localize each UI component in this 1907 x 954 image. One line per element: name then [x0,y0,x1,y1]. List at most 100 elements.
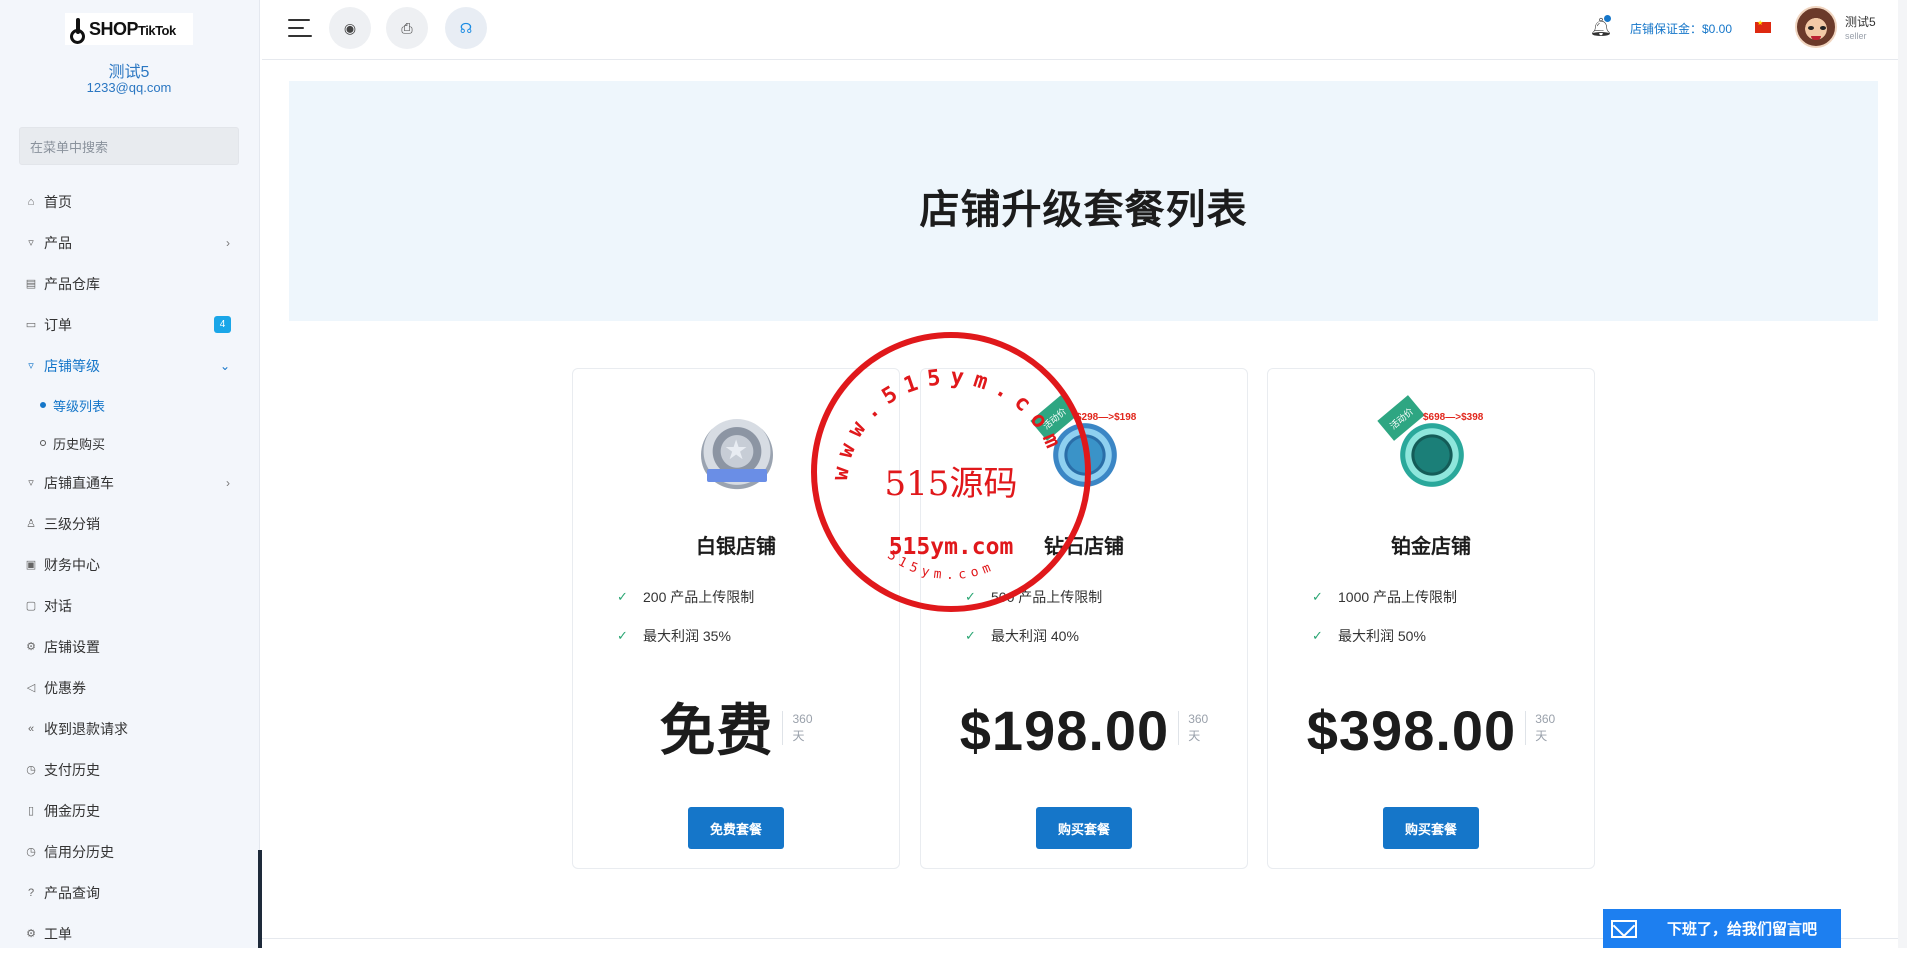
globe-button[interactable]: ◉ [329,7,371,49]
package-card-platinum: 活动价 $698—>$398 铂金店铺 ✓ 1000 产品上传限制 ✓ 最大利润 5… [1267,368,1595,869]
period-number: 360 [1535,712,1556,726]
sidebar-item-commission-history[interactable]: ▯ 佣金历史 [0,790,258,831]
sidebar-item-payment-history[interactable]: ◷ 支付历史 [0,749,258,790]
menu-toggle-icon[interactable] [288,19,312,39]
brand-logo[interactable]: SHOPTikTok [65,13,193,45]
sidebar-subitem-level-list[interactable]: 等级列表 [0,386,258,424]
buy-package-button[interactable]: 购买套餐 [1036,807,1132,849]
user-name[interactable]: 测试5 [1845,13,1876,30]
period-unit: 天 [1535,729,1548,743]
sidebar: SHOPTikTok 测试5 1233@qq.com 在菜单中搜索 ⌂ 首页 ▿ 产… [0,0,260,948]
refund-icon: « [27,722,35,735]
gear-icon: ⚙ [26,641,36,653]
history-icon: ◷ [26,846,36,858]
check-icon: ✓ [617,589,628,604]
sidebar-item-label: 财务中心 [44,556,100,573]
sidebar-item-label: 订单 [44,316,72,333]
notification-bell-icon[interactable]: 🔔︎ [1590,15,1612,39]
promo-price: $298—>$198 [1076,412,1137,423]
chevron-right-icon: › [226,475,230,490]
feature-text: 500 产品上传限制 [991,589,1103,605]
tiktok-logo-icon [69,18,87,44]
cart-icon: ▿ [28,360,34,372]
headset-icon: ☊ [459,19,473,36]
sidebar-item-refund-requests[interactable]: « 收到退款请求 [0,708,258,749]
package-card-diamond: 活动价 $298—>$198 钻石店铺 ✓ 500 产品上传限制 ✓ 最大利润 40… [920,368,1248,869]
sidebar-item-label: 历史购买 [53,436,106,452]
check-icon: ✓ [617,628,628,643]
history-icon: ◷ [26,764,36,776]
check-icon: ✓ [1312,628,1323,643]
feature-text: 200 产品上传限制 [643,589,755,605]
package-feature: ✓ 1000 产品上传限制 [1312,587,1457,607]
chevron-down-icon: ⌄ [219,358,230,373]
cart-icon: ▿ [28,477,34,489]
menu-search-input[interactable]: 在菜单中搜索 [19,127,239,165]
period-number: 360 [792,712,813,726]
sidebar-item-label: 产品查询 [44,884,100,901]
print-button[interactable]: ⎙ [386,7,428,49]
feature-text: 最大利润 35% [643,628,731,644]
top-header: ◉ ⎙ ☊ 🔔︎ 店铺保证金：$0.00 测试5 seller [262,0,1907,60]
support-button[interactable]: ☊ [445,7,487,49]
package-name: 铂金店铺 [1391,536,1471,558]
package-feature: ✓ 最大利润 50% [1312,626,1426,646]
avatar[interactable] [1795,6,1837,48]
cart-icon: ▿ [28,237,34,249]
sidebar-item-shop-level[interactable]: ▿ 店铺等级 ⌄ [0,345,258,386]
sidebar-scrollbar[interactable] [258,850,262,948]
sidebar-item-label: 收到退款请求 [44,720,128,737]
package-feature: ✓ 200 产品上传限制 [617,587,754,607]
sidebar-item-label: 信用分历史 [44,843,114,860]
logo-main-text: SHOP [89,18,139,39]
megaphone-icon: ◁ [26,682,36,694]
sidebar-item-label: 优惠券 [44,679,86,696]
sidebar-item-warehouse[interactable]: ▤ 产品仓库 [0,263,258,304]
sidebar-item-label: 产品 [44,234,72,251]
package-period: 360 天 [1178,711,1208,745]
sidebar-item-label: 店铺等级 [44,357,100,374]
package-price: $198.00 [959,699,1170,762]
sidebar-item-coupons[interactable]: ◁ 优惠券 [0,667,258,708]
package-feature: ✓ 最大利润 35% [617,626,731,646]
sidebar-item-orders[interactable]: ▭ 订单 4 [0,304,258,345]
orders-count-badge: 4 [214,316,231,333]
page-scrollbar[interactable] [1898,0,1907,948]
package-price: $398.00 [1306,699,1517,762]
feature-text: 1000 产品上传限制 [1338,589,1458,605]
sidebar-item-products[interactable]: ▿ 产品 › [0,222,258,263]
sidebar-item-finance[interactable]: ▣ 财务中心 [0,544,258,585]
sidebar-item-credit-history[interactable]: ◷ 信用分历史 [0,831,258,872]
package-name: 白银店铺 [696,536,776,558]
promo-price: $698—>$398 [1423,412,1484,423]
help-icon: ? [27,886,35,899]
check-icon: ✓ [1312,589,1323,604]
sidebar-item-shop-express[interactable]: ▿ 店铺直通车 › [0,462,258,503]
sidebar-menu: ⌂ 首页 ▿ 产品 › ▤ 产品仓库 ▭ 订单 4 ▿ 店铺等级 ⌄ 等级列表 历史购买 ▿ 店铺… [0,181,258,954]
period-unit: 天 [792,729,805,743]
order-icon: ▭ [25,319,37,331]
sidebar-item-chat[interactable]: ▢ 对话 [0,585,258,626]
chat-icon: ▢ [25,600,37,612]
leave-message-widget[interactable]: 下班了，给我们留言吧 [1603,909,1841,948]
buy-package-button[interactable]: 购买套餐 [1383,807,1479,849]
package-price: 免费 [659,699,774,762]
sidebar-item-product-query[interactable]: ? 产品查询 [0,872,258,913]
free-package-button[interactable]: 免费套餐 [688,807,784,849]
china-flag-icon[interactable] [1755,19,1771,33]
sidebar-item-home[interactable]: ⌂ 首页 [0,181,258,222]
sidebar-subitem-purchase-history[interactable]: 历史购买 [0,424,258,462]
sidebar-item-label: 店铺直通车 [44,474,114,491]
package-feature: ✓ 500 产品上传限制 [965,587,1102,607]
user-role: seller [1845,31,1867,41]
shop-deposit[interactable]: 店铺保证金：$0.00 [1630,20,1732,37]
sidebar-item-distribution[interactable]: ♙ 三级分销 [0,503,258,544]
sidebar-item-shop-settings[interactable]: ⚙ 店铺设置 [0,626,258,667]
gear-icon: ⚙ [26,928,36,940]
price-row: 免费 360 天 [573,699,899,763]
sidebar-item-label: 三级分销 [44,515,100,532]
shop-email: 1233@qq.com [86,80,172,95]
shop-name: 测试5 [108,64,150,81]
document-icon: ▯ [27,805,35,817]
page-title: 店铺升级套餐列表 [919,188,1248,232]
